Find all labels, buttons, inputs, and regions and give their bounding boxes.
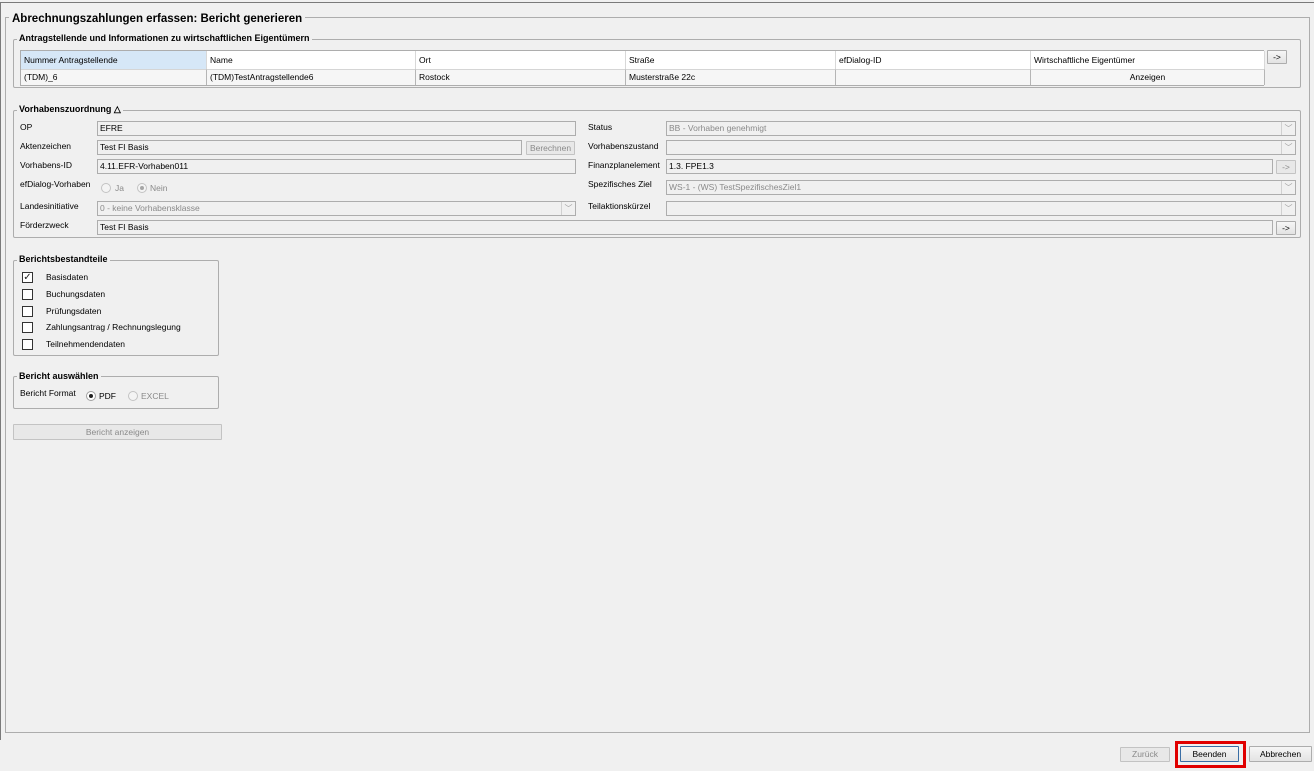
op-field: EFRE	[97, 121, 576, 136]
page-title: Abrechnungszahlungen erfassen: Bericht g…	[9, 13, 306, 25]
column-header-ort[interactable]: Ort	[416, 51, 626, 69]
op-label: OP	[20, 122, 33, 132]
table-cell-strasse: Musterstraße 22c	[626, 69, 836, 85]
cancel-button[interactable]: Abbrechen	[1249, 746, 1312, 762]
vorhabens-id-field: 4.11.EFR-Vorhaben011	[97, 159, 576, 174]
pruefungsdaten-label: Prüfungsdaten	[46, 306, 102, 316]
project-group-title[interactable]: Vorhabenszuordnung △	[17, 104, 123, 115]
excel-label: EXCEL	[141, 391, 169, 401]
applicants-nav-button[interactable]: ->	[1267, 50, 1287, 64]
berechnen-button[interactable]: Berechnen	[526, 141, 575, 155]
zahlungsantrag-checkbox[interactable]	[22, 322, 33, 333]
chevron-down-icon: ﹀	[561, 202, 575, 215]
efdialog-no-radio[interactable]	[137, 183, 147, 193]
column-header-name[interactable]: Name	[207, 51, 416, 69]
spezifisches-ziel-label: Spezifisches Ziel	[588, 179, 652, 189]
pdf-label: PDF	[99, 391, 116, 401]
report-group-title: Bericht auswählen	[17, 371, 101, 381]
column-header-strasse[interactable]: Straße	[626, 51, 836, 69]
excel-radio[interactable]	[128, 391, 138, 401]
landesinitiative-value: 0 - keine Vorhabensklasse	[100, 203, 200, 213]
aktenzeichen-field[interactable]: Test FI Basis	[97, 140, 522, 155]
finanzplanelement-label: Finanzplanelement	[588, 160, 660, 170]
applicants-table: Nummer Antragstellende Name Ort Straße e…	[20, 50, 1265, 87]
buchungsdaten-checkbox[interactable]	[22, 289, 33, 300]
chevron-down-icon: ﹀	[1281, 181, 1295, 194]
status-label: Status	[588, 122, 613, 132]
table-cell-efdialog-id	[836, 69, 1031, 85]
buchungsdaten-label: Buchungsdaten	[46, 289, 106, 299]
highlight-annotation	[1175, 741, 1246, 768]
spezifisches-ziel-select[interactable]: WS-1 - (WS) TestSpezifischesZiel1 ﹀	[666, 180, 1296, 195]
footer-bar	[0, 740, 1314, 771]
pruefungsdaten-checkbox[interactable]	[22, 306, 33, 317]
spezifisches-ziel-value: WS-1 - (WS) TestSpezifischesZiel1	[669, 182, 802, 192]
vorhabens-id-label: Vorhabens-ID	[20, 160, 72, 170]
chevron-down-icon: ﹀	[1281, 141, 1295, 154]
aktenzeichen-label: Aktenzeichen	[20, 141, 72, 151]
column-header-efdialog-id[interactable]: efDialog-ID	[836, 51, 1031, 69]
table-cell-name: (TDM)TestAntragstellende6	[207, 69, 416, 85]
vorhabenszustand-select[interactable]: ﹀	[666, 140, 1296, 155]
table-header: Nummer Antragstellende Name Ort Straße e…	[21, 51, 1265, 69]
table-row[interactable]: (TDM)_6 (TDM)TestAntragstellende6 Rostoc…	[21, 69, 1265, 87]
finanzplanelement-nav-button[interactable]: ->	[1276, 160, 1296, 174]
basisdaten-checkbox[interactable]: ✓	[22, 272, 33, 283]
table-cell-nummer: (TDM)_6	[21, 69, 207, 85]
landesinitiative-label: Landesinitiative	[20, 201, 79, 211]
status-value: BB - Vorhaben genehmigt	[669, 123, 767, 133]
status-select[interactable]: BB - Vorhaben genehmigt ﹀	[666, 121, 1296, 136]
zahlungsantrag-label: Zahlungsantrag / Rechnungslegung	[46, 322, 181, 332]
show-report-button[interactable]: Bericht anzeigen	[13, 424, 222, 440]
basisdaten-label: Basisdaten	[46, 272, 89, 282]
applicants-group-title: Antragstellende und Informationen zu wir…	[17, 33, 312, 43]
show-owners-link[interactable]: Anzeigen	[1031, 69, 1265, 85]
foerderzweck-label: Förderzweck	[20, 220, 69, 230]
efdialog-yes-radio[interactable]	[101, 183, 111, 193]
efdialog-label: efDialog-Vorhaben	[20, 179, 91, 189]
teilnehmendendaten-label: Teilnehmendendaten	[46, 339, 125, 349]
pdf-radio[interactable]	[86, 391, 96, 401]
teilaktion-select[interactable]: ﹀	[666, 201, 1296, 216]
components-group-title: Berichtsbestandteile	[17, 254, 110, 264]
landesinitiative-select[interactable]: 0 - keine Vorhabensklasse ﹀	[97, 201, 576, 216]
back-button[interactable]: Zurück	[1120, 747, 1170, 762]
efdialog-no-label: Nein	[150, 183, 168, 193]
format-label: Bericht Format	[20, 388, 76, 398]
chevron-down-icon: ﹀	[1281, 202, 1295, 215]
table-cell-ort: Rostock	[416, 69, 626, 85]
teilnehmendendaten-checkbox[interactable]	[22, 339, 33, 350]
foerderzweck-nav-button[interactable]: ->	[1276, 221, 1296, 235]
vorhabenszustand-label: Vorhabenszustand	[588, 141, 659, 151]
foerderzweck-field[interactable]: Test FI Basis	[97, 220, 1273, 235]
chevron-down-icon: ﹀	[1281, 122, 1295, 135]
column-header-eigentuemer[interactable]: Wirtschaftliche Eigentümer	[1031, 51, 1265, 69]
finanzplanelement-field: 1.3. FPE1.3	[666, 159, 1273, 174]
column-header-nummer[interactable]: Nummer Antragstellende	[21, 51, 207, 69]
teilaktion-label: Teilaktionskürzel	[588, 201, 651, 211]
efdialog-yes-label: Ja	[115, 183, 124, 193]
